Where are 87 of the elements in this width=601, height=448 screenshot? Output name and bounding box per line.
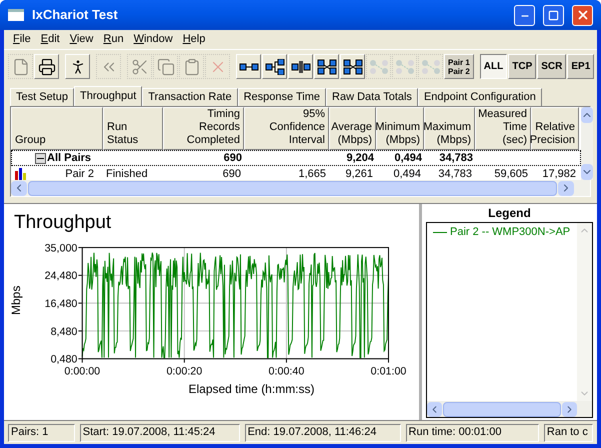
close-button[interactable] [572, 4, 593, 26]
new-file-icon [12, 58, 30, 76]
tab[interactable]: Throughput [74, 86, 142, 106]
toolbar-button[interactable]: TCP [508, 54, 536, 79]
table-cell-text: 690 [222, 166, 241, 182]
minimize-button[interactable] [514, 4, 535, 26]
node-tree-icon [264, 58, 284, 74]
column-header[interactable]: Average (Mbps) [329, 107, 376, 150]
chart-title: Throughput [14, 212, 112, 234]
table-cell-text: 1,665 [298, 166, 326, 182]
menu-item[interactable]: Help [178, 31, 210, 48]
scroll-right-icon[interactable] [558, 180, 574, 196]
group-row[interactable]: All Pairs 690 9,204 0,494 34,783 [11, 150, 581, 166]
scroll-up-icon[interactable] [581, 107, 593, 123]
scroll-thumb[interactable] [443, 402, 561, 416]
vertical-scrollbar[interactable] [581, 107, 593, 180]
legend-label: Pair 2 -- WMP300N->AP [450, 225, 570, 240]
table-cell-text: 34,783 [439, 150, 473, 166]
y-tick-label: 16,480 [44, 298, 78, 310]
toolbar-button[interactable]: ALL [480, 54, 508, 79]
menu-item[interactable]: File [8, 31, 36, 48]
legend-title: Legend [488, 205, 531, 222]
tab[interactable]: Endpoint Configuration [418, 88, 542, 106]
column-header[interactable]: Group [11, 107, 103, 150]
maximize-icon [548, 10, 559, 20]
menu-item[interactable]: Run [98, 31, 129, 48]
x-tick-label: 0:00:20 [166, 365, 202, 378]
scroll-left-icon[interactable] [427, 402, 442, 416]
x-tick-label: 0:00:00 [64, 365, 100, 378]
tab[interactable]: Raw Data Totals [326, 88, 418, 106]
table-cell-text: All Pairs [47, 150, 92, 166]
y-tick-label: 35,000 [44, 242, 78, 254]
status-field: Run time: 00:01:00 [406, 424, 539, 442]
bar-chart-icon [14, 168, 28, 180]
paste-icon [182, 58, 200, 76]
table-cell-text: Pair 2 [65, 166, 94, 182]
window-icon [8, 9, 24, 21]
collapse-toggle-icon[interactable] [35, 152, 46, 164]
scissors-icon [130, 58, 148, 76]
copy-icon [156, 58, 174, 76]
column-header[interactable]: Timing Records Completed [163, 107, 244, 150]
table-cell-text: Finished [106, 166, 148, 182]
horizontal-scrollbar[interactable] [427, 401, 592, 417]
maximize-button[interactable] [543, 4, 564, 26]
table-cell-text: 0,494 [394, 150, 422, 166]
scroll-right-icon[interactable] [562, 402, 577, 416]
column-header[interactable]: Measured Time (sec) [475, 107, 531, 150]
column-header[interactable]: Relative Precision [531, 107, 579, 150]
tab[interactable]: Response Time [238, 88, 326, 106]
table-cell-text: 0,494 [393, 166, 421, 182]
scroll-down-icon[interactable] [581, 164, 593, 180]
y-axis-label: Mbps [8, 286, 24, 315]
menu-item[interactable]: Edit [36, 31, 65, 48]
status-field: Start: 19.07.2008, 11:45:24 [80, 424, 240, 442]
x-axis-label: Elapsed time (h:mm:ss) [188, 381, 315, 398]
table-cell-text: 34,783 [438, 166, 472, 182]
menu-item[interactable]: Window [128, 31, 178, 48]
column-header[interactable]: Maximum (Mbps) [424, 107, 475, 150]
close-icon [576, 8, 590, 22]
node-cross-icon [316, 58, 336, 74]
column-header[interactable]: 95% Confidence Interval [244, 107, 329, 150]
scroll-left-icon[interactable] [11, 180, 27, 196]
y-tick-label: 8,480 [50, 326, 78, 338]
table-cell-text: 9,204 [346, 150, 374, 166]
window-title: IxChariot Test [32, 6, 119, 24]
y-tick-label: 24,480 [44, 270, 78, 282]
x-tick-label: 0:00:40 [268, 365, 304, 378]
table-cell-text: 9,261 [345, 166, 373, 182]
toolbar-button[interactable]: EP1 [567, 54, 594, 79]
tab[interactable]: Transaction Rate [142, 88, 238, 106]
column-header[interactable]: Minimum (Mbps) [376, 107, 424, 150]
status-field: Pairs: 1 [8, 424, 75, 442]
node-dots-icon [368, 58, 388, 74]
status-field: Ran to c [544, 424, 593, 442]
table-cell-text: 690 [224, 150, 242, 166]
tab[interactable]: Test Setup [10, 88, 74, 106]
table-cell-text: 59,605 [494, 166, 528, 182]
toolbar-button[interactable]: Pair 1 Pair 2 [444, 54, 474, 79]
toolbar-button[interactable]: SCR [537, 54, 566, 79]
y-tick-label: 0,480 [50, 354, 78, 366]
table-row[interactable]: Pair 2 Finished 690 1,665 9,261 0,494 34,783 59,605 17,982 [11, 166, 581, 182]
status-field: End: 19.07.2008, 11:46:24 [244, 424, 401, 442]
x-tick-label: 0:01:00 [370, 365, 406, 378]
column-header[interactable]: Run Status [103, 107, 163, 150]
printer-icon [38, 58, 56, 76]
menu-item[interactable]: View [64, 31, 98, 48]
table-cell-text: 17,982 [542, 166, 576, 182]
